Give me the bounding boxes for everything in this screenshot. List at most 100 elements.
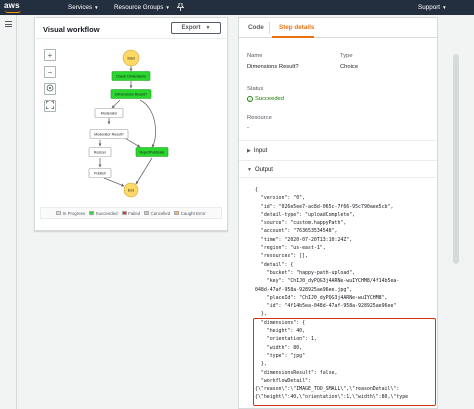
export-button[interactable]: Export ▼ <box>171 22 221 34</box>
workflow-node-label: End <box>128 189 134 193</box>
panel-title: Visual workflow <box>43 25 100 34</box>
aws-logo[interactable]: aws <box>4 1 26 14</box>
legend-item: Succeeded <box>89 210 118 216</box>
resource-groups-label: Resource Groups <box>114 4 164 11</box>
workflow-node-reject[interactable]: RejectPublicate <box>135 147 169 157</box>
top-navigation-bar: aws Services ▼ Resource Groups ▼ Support… <box>0 0 474 15</box>
workflow-node-publish[interactable]: Publish <box>88 168 112 178</box>
expand-icon <box>46 101 54 111</box>
side-navigation-gutter <box>0 15 17 409</box>
edge <box>111 99 121 109</box>
plus-icon: + <box>47 50 53 60</box>
edge <box>135 157 153 185</box>
workflow-node-label: Moderator <box>101 112 118 116</box>
check-circle-icon: ✓ <box>247 96 253 102</box>
tab-code[interactable]: Code <box>248 24 264 31</box>
edge <box>103 177 125 187</box>
name-label: Name <box>247 53 263 59</box>
legend-item: Failed <box>121 210 141 216</box>
zoom-in-button[interactable]: + <box>44 49 56 61</box>
code-line: "detail": { <box>255 261 294 268</box>
center-button[interactable] <box>44 83 56 95</box>
legend-swatch <box>89 211 95 215</box>
workflow-node-label: Moderator Result? <box>94 133 124 137</box>
code-line: "bucket": "happy-path-upload", <box>255 269 356 276</box>
workflow-graph: Start Check Dimensions Dimensions Result? M… <box>88 49 169 198</box>
workflow-node-check[interactable]: Check Dimensions <box>111 71 151 81</box>
resource-value: - <box>247 125 249 131</box>
chevron-down-icon: ▼ <box>94 5 99 10</box>
code-line: "time": "2020-07-20T13:10:24Z", <box>255 236 353 243</box>
scrollbar[interactable] <box>452 40 460 409</box>
status-value: Succeeded <box>255 96 285 102</box>
export-label: Export <box>181 25 201 31</box>
status-label: Status <box>247 86 264 92</box>
edge <box>139 99 156 148</box>
legend-swatch <box>144 211 150 215</box>
code-line: "version": "0", <box>255 195 306 202</box>
code-line: "placeId": "ChIJ0_dyPQG3j4ARNe-wuIYCHM8"… <box>255 294 388 301</box>
workflow-node-resize[interactable]: Resizer <box>88 147 112 157</box>
support-menu[interactable]: Support ▼ <box>418 4 447 11</box>
resource-label: Resource <box>247 115 272 121</box>
chevron-down-icon: ▼ <box>165 5 170 10</box>
legend-item: Cancelled <box>144 211 170 216</box>
tab-step-details[interactable]: Step details <box>279 24 314 31</box>
workflow-node-dimres[interactable]: Dimensions Result? <box>110 89 152 99</box>
fit-view-button[interactable] <box>44 100 56 112</box>
workflow-node-label: Start <box>127 57 135 61</box>
workflow-node-label: Resizer <box>94 151 107 155</box>
status-badge: ✓ Succeeded <box>247 96 284 102</box>
output-section[interactable]: ▼ Output <box>239 160 437 178</box>
input-section[interactable]: ▶ Input <box>239 140 437 160</box>
legend-label: Failed <box>128 210 141 216</box>
input-label: Input <box>253 148 268 154</box>
workflow-node-modres[interactable]: Moderator Result? <box>89 129 129 139</box>
code-line: "id": "026e5ee7-ac8d-065c-7f66-95c790aee… <box>255 203 394 210</box>
output-label: Output <box>254 167 273 173</box>
chevron-down-icon: ▼ <box>205 25 211 31</box>
minus-icon: − <box>47 67 53 77</box>
caret-down-icon: ▼ <box>247 167 252 173</box>
services-label: Services <box>68 4 93 11</box>
workflow-node-label: Dimensions Result? <box>115 93 147 97</box>
code-line: "key": "ChIJ0_dyPQG3j4ARNe-wuIYCHM8/4f14… <box>255 278 400 285</box>
legend-label: In Progress <box>62 210 86 216</box>
scrollbar-thumb[interactable] <box>453 54 459 264</box>
pin-icon[interactable] <box>176 2 185 13</box>
code-line: "region": "us-east-1", <box>255 245 326 252</box>
active-tab-indicator <box>272 36 314 38</box>
services-menu[interactable]: Services ▼ <box>68 4 99 11</box>
code-line: { <box>255 187 258 193</box>
workflow-node-label: Publish <box>94 172 106 176</box>
chevron-down-icon: ▼ <box>442 5 447 10</box>
resource-groups-menu[interactable]: Resource Groups ▼ <box>114 4 170 11</box>
type-value: Choice <box>340 64 359 70</box>
tab-divider <box>269 22 270 34</box>
workflow-node-moderator[interactable]: Moderator <box>94 108 124 118</box>
code-line: "account": "763653534548", <box>255 228 338 235</box>
zoom-out-button[interactable]: − <box>44 66 56 78</box>
workflow-node-label: RejectPublicate <box>140 151 165 155</box>
menu-icon[interactable] <box>5 21 12 29</box>
workflow-node-start[interactable]: Start <box>122 49 140 67</box>
legend-swatch <box>56 211 62 215</box>
code-line: "detail-type": "uploadComplete", <box>255 211 356 218</box>
legend-swatch <box>121 211 127 215</box>
caret-right-icon: ▶ <box>247 148 251 154</box>
code-line: "id": "4f14b5ea-048d-47af-958a-928925ae9… <box>255 303 397 310</box>
legend-item: In Progress <box>56 211 85 216</box>
aws-smile-icon <box>5 10 21 13</box>
name-value: Dimensions Result? <box>247 64 299 70</box>
legend-swatch <box>174 211 180 215</box>
legend-label: Caught Error <box>180 210 206 216</box>
workflow-node-label: Check Dimensions <box>116 75 146 79</box>
type-label: Type <box>340 53 353 59</box>
status-legend: In Progress Succeeded Failed Cancelled Caugh… <box>40 207 222 219</box>
divider <box>34 38 228 39</box>
target-icon <box>46 84 54 94</box>
legend-label: Succeeded <box>95 210 118 216</box>
code-line: 048d-47af-958a-928925ae96ee.jpg", <box>255 286 353 293</box>
support-label: Support <box>418 4 441 11</box>
workflow-node-end[interactable]: End <box>123 182 139 198</box>
